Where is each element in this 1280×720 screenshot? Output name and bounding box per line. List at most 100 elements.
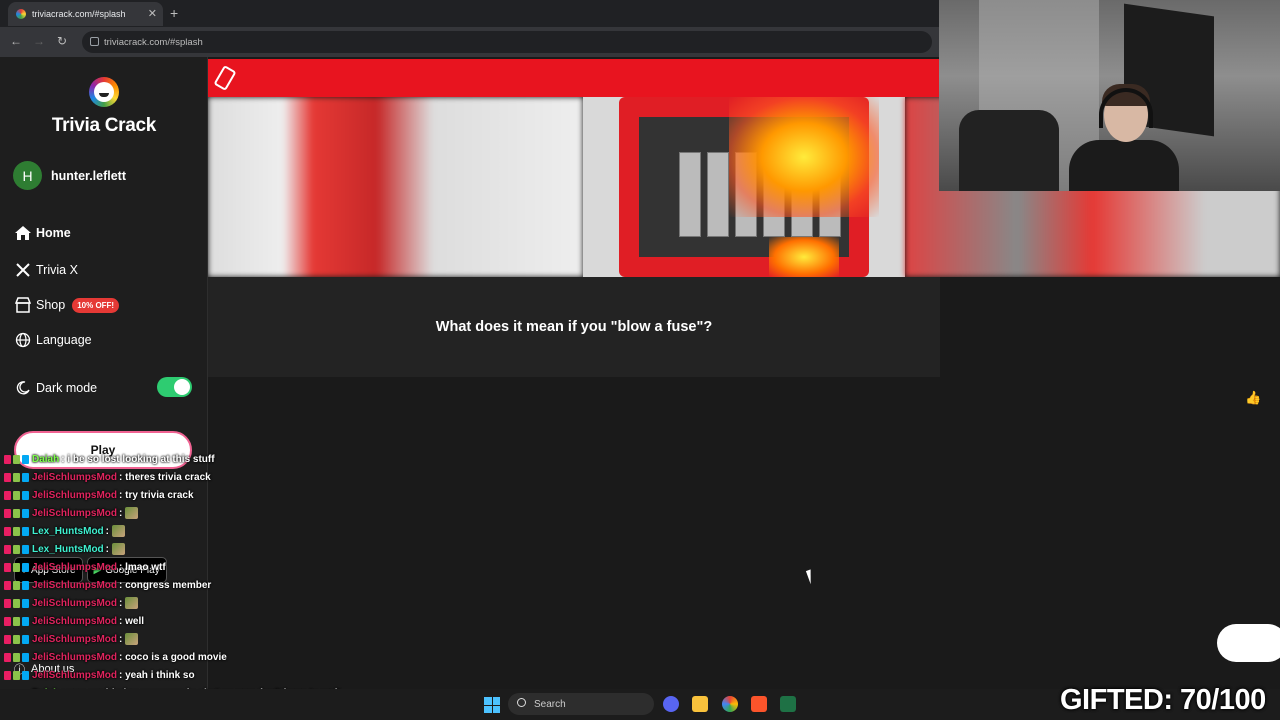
forward-icon[interactable]: →	[33, 34, 45, 48]
chat-username[interactable]: JeliSchlumpsMod	[32, 670, 117, 681]
chat-message: JeliSchlumpsMod: theres trivia crack	[4, 468, 244, 486]
browser-tab-bar: triviacrack.com/#splash ✕ +	[0, 0, 940, 27]
search-label: Search	[534, 698, 566, 710]
tab-title: triviacrack.com/#splash	[32, 9, 126, 19]
discord-icon[interactable]	[663, 696, 679, 712]
search-icon	[517, 698, 526, 707]
chat-text: : coco is a good movie	[119, 651, 227, 663]
new-tab-button[interactable]: +	[170, 5, 178, 21]
chat-text: : yeah i think so	[119, 669, 195, 681]
chat-username[interactable]: JeliSchlumpsMod	[32, 472, 117, 483]
discount-badge: 10% OFF!	[72, 297, 120, 313]
chat-username[interactable]: JeliSchlumpsMod	[32, 652, 117, 663]
chat-username[interactable]: Daiah	[32, 454, 59, 465]
sidebar-item-language[interactable]: Language	[14, 331, 92, 349]
sidebar-item-home[interactable]: Home	[14, 224, 71, 242]
chat-emote-icon	[125, 633, 139, 645]
chat-username[interactable]: JeliSchlumpsMod	[32, 598, 117, 609]
chat-text: :	[105, 525, 110, 537]
chrome-icon[interactable]	[722, 696, 738, 712]
floating-button[interactable]	[1217, 624, 1280, 662]
chat-message: JeliSchlumpsMod: well	[4, 612, 244, 630]
windows-start-icon[interactable]	[484, 697, 500, 713]
url-text: triviacrack.com/#splash	[104, 36, 203, 48]
chat-emote-icon	[112, 543, 126, 555]
address-bar-row: ← → ↻ triviacrack.com/#splash	[0, 27, 940, 57]
chat-text: : theres trivia crack	[119, 471, 211, 483]
gifted-subs-counter: GIFTED: 70/100	[1060, 684, 1266, 716]
taskbar-search[interactable]: Search	[508, 693, 654, 715]
sidebar-item-trivia-x[interactable]: Trivia X	[14, 261, 78, 279]
chat-badges-icon	[4, 544, 29, 554]
chat-text: :	[119, 597, 123, 609]
chat-username[interactable]: JeliSchlumpsMod	[32, 562, 117, 573]
chat-username[interactable]: Lex_HuntsMod	[32, 544, 104, 555]
chat-badges-icon	[4, 616, 29, 626]
chat-badges-icon	[4, 490, 29, 500]
close-tab-icon[interactable]: ✕	[148, 7, 157, 20]
reload-icon[interactable]: ↻	[57, 34, 67, 48]
browser-tab[interactable]: triviacrack.com/#splash ✕	[8, 2, 163, 26]
chat-message: Lex_HuntsMod:	[4, 522, 244, 540]
excel-icon[interactable]	[780, 696, 796, 712]
science-category-icon	[213, 64, 237, 92]
dark-mode-row: Dark mode	[14, 379, 97, 397]
username: hunter.leflett	[51, 168, 127, 183]
brave-icon[interactable]	[751, 696, 767, 712]
chat-message: JeliSchlumpsMod: congress member	[4, 576, 244, 594]
chat-badges-icon	[4, 670, 29, 680]
chat-username[interactable]: JeliSchlumpsMod	[32, 508, 117, 519]
sidebar-item-shop[interactable]: Shop 10% OFF!	[14, 296, 120, 314]
chat-emote-icon	[125, 507, 139, 519]
question-panel: What does it mean if you "blow a fuse"?	[208, 277, 940, 377]
sidebar-item-label: Home	[36, 226, 71, 240]
logo-text: Trivia Crack	[51, 115, 157, 136]
dark-mode-toggle[interactable]	[157, 377, 192, 397]
back-icon[interactable]: ←	[10, 34, 22, 48]
file-explorer-icon[interactable]	[692, 696, 708, 712]
user-profile[interactable]: H hunter.leflett	[13, 161, 126, 190]
moon-icon	[14, 379, 32, 397]
chat-username[interactable]: JeliSchlumpsMod	[32, 616, 117, 627]
chat-badges-icon	[4, 454, 29, 464]
chat-message: Lex_HuntsMod:	[4, 540, 244, 558]
chat-text: : i be so lost looking at this stuff	[61, 453, 215, 465]
thumbs-up-icon[interactable]: 👍	[1245, 390, 1261, 406]
trivia-crack-logo[interactable]: Trivia Crack	[0, 77, 208, 137]
chat-badges-icon	[4, 526, 29, 536]
globe-icon	[14, 331, 32, 349]
chat-message: JeliSchlumpsMod: coco is a good movie	[4, 648, 244, 666]
sidebar-item-label: Shop	[36, 298, 66, 312]
chat-message: Daiah: i be so lost looking at this stuf…	[4, 450, 244, 468]
chat-username[interactable]: JeliSchlumpsMod	[32, 634, 117, 645]
webcam-overlay	[939, 0, 1280, 191]
chat-badges-icon	[4, 598, 29, 608]
site-info-icon[interactable]	[90, 37, 99, 46]
main-content: What does it mean if you "blow a fuse"?	[208, 57, 1280, 720]
chat-badges-icon	[4, 508, 29, 518]
chat-text: : well	[119, 615, 145, 627]
chat-username[interactable]: Lex_HuntsMod	[32, 526, 104, 537]
chat-message: JeliSchlumpsMod: yeah i think so	[4, 666, 244, 684]
chat-message: JeliSchlumpsMod: try trivia crack	[4, 486, 244, 504]
stream-chat-overlay: Daiah: i be so lost looking at this stuf…	[4, 450, 341, 720]
home-icon	[14, 224, 32, 242]
url-field[interactable]: triviacrack.com/#splash	[82, 31, 932, 53]
chat-text: :	[119, 507, 123, 519]
chat-text: : congress member	[119, 579, 212, 591]
chat-badges-icon	[4, 562, 29, 572]
chat-text: :	[105, 543, 110, 555]
trivia-crack-favicon-icon	[16, 9, 26, 19]
question-image	[583, 97, 905, 277]
sidebar-item-label: Trivia X	[36, 263, 78, 277]
chat-text: :	[119, 633, 123, 645]
chat-username[interactable]: JeliSchlumpsMod	[32, 580, 117, 591]
avatar: H	[13, 161, 42, 190]
sidebar-item-label: Language	[36, 333, 92, 347]
chat-badges-icon	[4, 634, 29, 644]
question-text: What does it mean if you "blow a fuse"?	[435, 319, 713, 335]
chat-username[interactable]: JeliSchlumpsMod	[32, 490, 117, 501]
shop-icon	[14, 296, 32, 314]
chat-badges-icon	[4, 652, 29, 662]
chat-message: JeliSchlumpsMod:	[4, 594, 244, 612]
